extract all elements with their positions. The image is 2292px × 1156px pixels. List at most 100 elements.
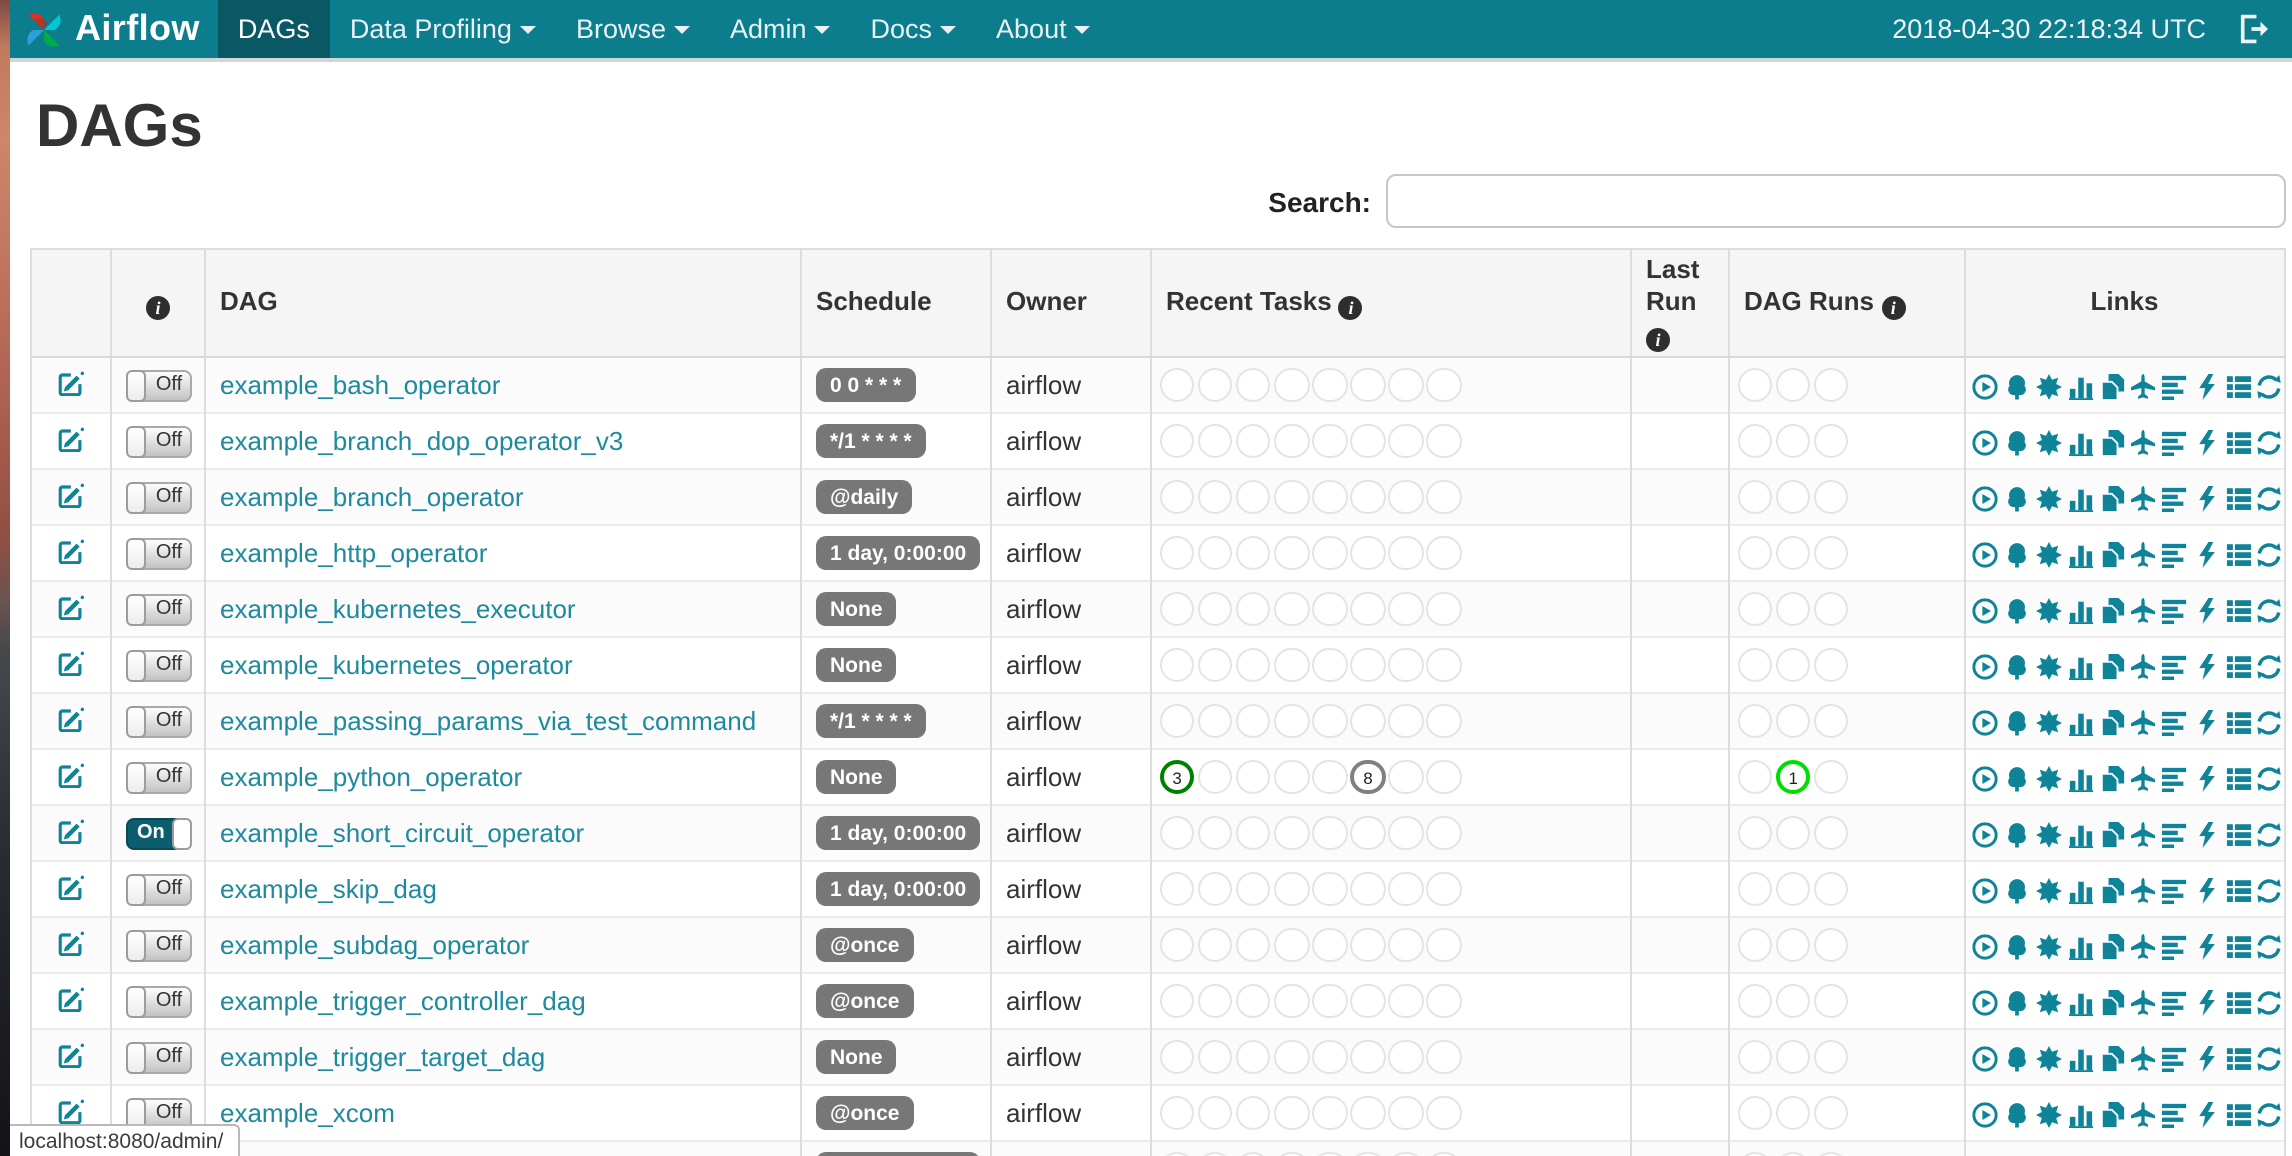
dag-pause-toggle[interactable]: Off (125, 593, 191, 626)
dag-link[interactable]: example_short_circuit_operator (220, 818, 584, 848)
task-state-circle[interactable] (1235, 871, 1271, 907)
tasks-duration-icon[interactable] (2067, 934, 2093, 961)
task-state-circle[interactable] (1274, 759, 1310, 795)
tasks-duration-icon[interactable] (2067, 1046, 2093, 1073)
task-state-circle[interactable] (1197, 367, 1233, 403)
tree-view-icon[interactable] (2004, 934, 2030, 960)
task-state-circle[interactable] (1312, 591, 1348, 627)
graph-view-icon[interactable] (2035, 542, 2062, 569)
nav-item-browse[interactable]: Browse (556, 0, 710, 58)
gantt-view-icon[interactable] (2162, 878, 2188, 905)
dag-run-state-circle[interactable] (1775, 703, 1811, 739)
task-tries-icon[interactable] (2099, 878, 2125, 905)
dag-pause-toggle[interactable]: Off (125, 929, 191, 962)
dag-pause-toggle[interactable]: Off (125, 649, 191, 682)
tasks-duration-icon[interactable] (2067, 990, 2093, 1017)
graph-view-icon[interactable] (2035, 1102, 2062, 1129)
task-state-circle[interactable] (1350, 423, 1386, 459)
task-state-circle[interactable] (1159, 367, 1195, 403)
dag-run-state-circle[interactable] (1737, 479, 1773, 515)
task-state-circle[interactable] (1312, 1039, 1348, 1075)
task-state-circle[interactable] (1274, 815, 1310, 851)
code-view-icon[interactable] (2194, 542, 2220, 569)
task-tries-icon[interactable] (2099, 430, 2125, 457)
task-state-circle[interactable] (1159, 815, 1195, 851)
task-state-circle[interactable] (1350, 367, 1386, 403)
task-state-circle[interactable] (1426, 479, 1462, 515)
dag-pause-toggle[interactable]: Off (125, 537, 191, 570)
graph-view-icon[interactable] (2035, 486, 2062, 513)
task-state-circle[interactable] (1235, 479, 1271, 515)
task-state-circle[interactable] (1312, 367, 1348, 403)
dag-run-state-circle[interactable] (1775, 647, 1811, 683)
refresh-icon[interactable] (2257, 486, 2283, 512)
task-state-circle[interactable] (1235, 703, 1271, 739)
dag-link[interactable]: example_kubernetes_executor (220, 594, 576, 624)
task-state-circle[interactable] (1388, 591, 1424, 627)
landing-times-icon[interactable] (2131, 710, 2157, 736)
task-state-circle[interactable] (1159, 591, 1195, 627)
tasks-duration-icon[interactable] (2067, 598, 2093, 625)
task-state-circle[interactable] (1312, 983, 1348, 1019)
task-state-circle[interactable] (1235, 983, 1271, 1019)
task-state-circle[interactable] (1197, 815, 1233, 851)
dag-run-state-circle[interactable] (1775, 871, 1811, 907)
dag-link[interactable]: example_trigger_controller_dag (220, 986, 586, 1016)
trigger-dag-icon[interactable] (1973, 934, 1999, 960)
trigger-dag-icon[interactable] (1973, 598, 1999, 624)
tree-view-icon[interactable] (2004, 1102, 2030, 1128)
tasks-duration-icon[interactable] (2067, 542, 2093, 569)
edit-dag-icon[interactable] (58, 873, 84, 899)
task-state-circle[interactable] (1235, 1095, 1271, 1131)
dag-details-icon[interactable] (2225, 878, 2251, 904)
trigger-dag-icon[interactable] (1973, 990, 1999, 1016)
dag-run-state-circle[interactable] (1737, 1151, 1773, 1156)
dag-details-icon[interactable] (2225, 710, 2251, 736)
dag-pause-toggle[interactable]: Off (125, 481, 191, 514)
graph-view-icon[interactable] (2035, 766, 2062, 793)
dag-run-state-circle[interactable] (1813, 1039, 1849, 1075)
dag-run-state-circle[interactable] (1813, 1151, 1849, 1156)
task-state-circle[interactable] (1426, 759, 1462, 795)
tasks-duration-icon[interactable] (2067, 766, 2093, 793)
tasks-duration-icon[interactable] (2067, 430, 2093, 457)
dag-run-state-circle[interactable] (1737, 983, 1773, 1019)
task-state-circle[interactable] (1312, 759, 1348, 795)
schedule-badge[interactable]: @daily (816, 480, 913, 515)
task-state-circle[interactable] (1235, 1039, 1271, 1075)
dag-run-state-circle[interactable] (1813, 703, 1849, 739)
dag-details-icon[interactable] (2225, 486, 2251, 512)
landing-times-icon[interactable] (2131, 878, 2157, 904)
edit-dag-icon[interactable] (58, 817, 84, 843)
tasks-duration-icon[interactable] (2067, 1102, 2093, 1129)
task-state-circle[interactable] (1159, 927, 1195, 963)
dag-link[interactable]: example_http_operator (220, 538, 487, 568)
task-state-circle[interactable] (1350, 535, 1386, 571)
task-state-circle[interactable]: 8 (1350, 759, 1386, 795)
task-state-circle[interactable] (1274, 367, 1310, 403)
task-tries-icon[interactable] (2099, 934, 2125, 961)
task-state-circle[interactable] (1426, 1151, 1462, 1156)
tree-view-icon[interactable] (2004, 486, 2030, 512)
task-state-circle[interactable] (1426, 1095, 1462, 1131)
task-state-circle[interactable] (1388, 871, 1424, 907)
task-state-circle[interactable] (1388, 647, 1424, 683)
code-view-icon[interactable] (2194, 1102, 2220, 1129)
task-state-circle[interactable] (1312, 535, 1348, 571)
edit-dag-icon[interactable] (58, 929, 84, 955)
landing-times-icon[interactable] (2131, 822, 2157, 848)
task-state-circle[interactable] (1426, 703, 1462, 739)
header-pause-info[interactable]: i (110, 249, 206, 358)
task-tries-icon[interactable] (2099, 822, 2125, 849)
tree-view-icon[interactable] (2004, 766, 2030, 792)
task-state-circle[interactable] (1274, 871, 1310, 907)
code-view-icon[interactable] (2194, 822, 2220, 849)
tree-view-icon[interactable] (2004, 878, 2030, 904)
dag-run-state-circle[interactable] (1775, 535, 1811, 571)
dag-run-state-circle[interactable] (1737, 647, 1773, 683)
task-state-circle[interactable] (1159, 647, 1195, 683)
task-state-circle[interactable] (1274, 1151, 1310, 1156)
dag-run-state-circle[interactable] (1775, 367, 1811, 403)
task-state-circle[interactable] (1312, 647, 1348, 683)
task-state-circle[interactable] (1312, 871, 1348, 907)
